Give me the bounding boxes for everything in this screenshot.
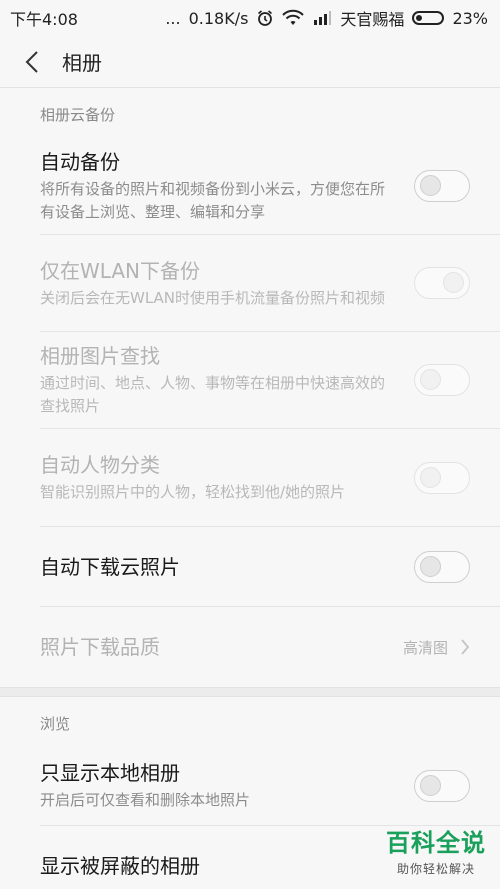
page-title: 相册: [62, 51, 102, 75]
toggle-knob: [420, 774, 441, 796]
watermark-logo: 百科全说 助你轻松解决: [386, 823, 486, 877]
setting-title: 自动备份: [40, 149, 120, 174]
section-label-browse: 浏览: [40, 715, 71, 733]
network-speed: 0.18K/s: [188, 8, 249, 28]
setting-title: 自动人物分类: [40, 453, 160, 477]
back-button[interactable]: [18, 48, 46, 76]
setting-desc: 关闭后会在无WLAN时使用手机流量备份照片和视频: [40, 288, 386, 307]
status-bar: 下午4:08 ... 0.18K/s 天官赐福 23%: [0, 0, 500, 36]
signal-icon: [312, 9, 332, 27]
battery-icon: [412, 11, 445, 25]
setting-download-quality[interactable]: 照片下载品质 高清图: [40, 607, 500, 687]
setting-desc: 智能识别照片中的人物，轻松找到他/她的照片: [40, 483, 346, 501]
app-header: 相册: [0, 36, 500, 88]
setting-local-albums-only[interactable]: 只显示本地相册 开启后可仅查看和删除本地照片: [40, 746, 500, 826]
carrier-name: 天官赐福: [340, 10, 405, 29]
setting-auto-backup[interactable]: 自动备份 将所有设备的照片和视频备份到小米云，方便您在所有设备上浏览、整理、编辑…: [40, 137, 500, 235]
status-dots: ...: [165, 8, 181, 28]
setting-desc: 开启后可仅查看和删除本地照片: [40, 791, 251, 809]
setting-title: 只显示本地相册: [40, 761, 180, 785]
toggle-knob: [420, 466, 441, 488]
chevron-left-icon: [25, 50, 38, 73]
setting-desc: 通过时间、地点、人物、事物等在相册中快速高效的查找照片: [40, 374, 386, 415]
alarm-icon: [256, 9, 274, 27]
watermark-subtitle: 助你轻松解决: [396, 862, 475, 876]
setting-desc: 将所有设备的照片和视频备份到小米云，方便您在所有设备上浏览、整理、编辑和分享: [40, 179, 386, 221]
setting-title: 自动下载云照片: [40, 554, 180, 579]
setting-title: 照片下载品质: [40, 635, 160, 659]
setting-auto-download[interactable]: 自动下载云照片: [40, 527, 500, 607]
battery-percent: 23%: [452, 8, 488, 28]
watermark-title: 百科全说: [386, 829, 486, 857]
toggle-knob: [420, 174, 441, 196]
section-divider: [0, 687, 500, 697]
photo-search-toggle[interactable]: [414, 364, 470, 396]
wifi-icon: [282, 9, 305, 27]
status-time: 下午4:08: [10, 10, 78, 29]
auto-download-toggle[interactable]: [414, 550, 470, 583]
setting-auto-people[interactable]: 自动人物分类 智能识别照片中的人物，轻松找到他/她的照片: [40, 429, 500, 527]
chevron-right-icon: [461, 639, 470, 655]
section-label-cloud-backup: 相册云备份: [40, 106, 116, 124]
toggle-knob: [443, 272, 464, 293]
auto-backup-toggle[interactable]: [414, 169, 470, 202]
wlan-only-toggle[interactable]: [414, 267, 470, 299]
setting-title: 相册图片查找: [40, 344, 160, 368]
download-quality-value: 高清图: [402, 638, 448, 657]
local-albums-toggle[interactable]: [414, 769, 470, 802]
toggle-knob: [420, 555, 441, 577]
setting-wlan-only-backup[interactable]: 仅在WLAN下备份 关闭后会在无WLAN时使用手机流量备份照片和视频: [40, 235, 500, 332]
auto-people-toggle[interactable]: [414, 461, 470, 494]
toggle-knob: [420, 369, 441, 390]
setting-title: 仅在WLAN下备份: [40, 258, 201, 283]
setting-photo-search[interactable]: 相册图片查找 通过时间、地点、人物、事物等在相册中快速高效的查找照片: [40, 332, 500, 429]
